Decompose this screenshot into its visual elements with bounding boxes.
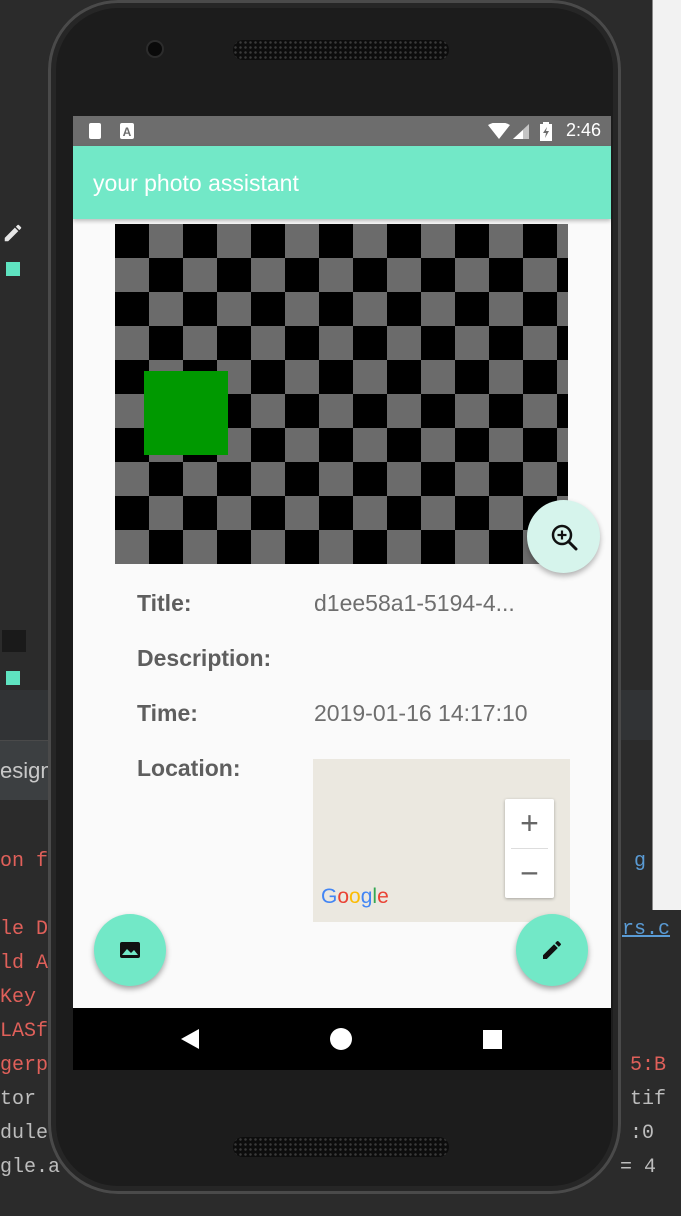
pencil-icon <box>543 940 561 959</box>
image-icon <box>2 630 26 652</box>
title-label: Title: <box>137 590 192 616</box>
back-button[interactable] <box>180 1028 200 1050</box>
console-link[interactable]: rs.c <box>622 918 670 941</box>
image-icon <box>120 942 140 958</box>
console-line: le D <box>0 918 49 941</box>
console-line: tif <box>630 1088 667 1111</box>
title-value: d1ee58a1-5194-4... <box>314 590 515 616</box>
photo-preview[interactable] <box>115 224 568 564</box>
map-zoom-out-button[interactable]: − <box>505 849 554 898</box>
keyboard-a-icon: A <box>120 123 134 139</box>
pencil-icon <box>4 224 22 242</box>
console-line: gerp <box>0 1054 49 1077</box>
time-label: Time: <box>137 700 198 726</box>
location-map[interactable]: + − Google <box>313 759 570 922</box>
map-zoom-in-button[interactable]: + <box>505 799 554 848</box>
google-logo: Google <box>321 885 389 908</box>
front-camera <box>148 42 162 56</box>
ide-tab-label: esign <box>0 758 53 783</box>
console-line: gle.a <box>0 1156 61 1179</box>
color-swatch <box>6 262 20 276</box>
time-value: 2019-01-16 14:17:10 <box>314 700 528 726</box>
battery-charging-icon <box>540 122 552 141</box>
map-zoom-control: + − <box>505 799 554 898</box>
photo-image <box>115 224 568 564</box>
svg-text:A: A <box>123 125 132 139</box>
system-nav-bar <box>73 1008 611 1070</box>
layout-preview-panel <box>652 0 681 910</box>
console-line: ld A <box>0 952 49 975</box>
description-label: Description: <box>137 645 272 671</box>
console-line: Key <box>0 986 37 1009</box>
app-title: your photo assistant <box>93 170 299 196</box>
sd-card-icon <box>89 123 101 139</box>
console-line: 5:B <box>630 1054 667 1077</box>
status-bar: A 2:46 <box>73 116 611 146</box>
status-time: 2:46 <box>565 120 601 140</box>
console-line: dule <box>0 1122 49 1145</box>
bottom-speaker <box>233 1137 449 1157</box>
console-line: on f <box>0 850 49 873</box>
console-link[interactable]: g <box>634 850 646 873</box>
wifi-icon <box>488 123 510 139</box>
console-line: LASf <box>0 1020 49 1043</box>
console-line: tor <box>0 1088 37 1111</box>
home-button[interactable] <box>330 1028 352 1050</box>
top-speaker <box>233 40 449 60</box>
edit-button[interactable] <box>516 914 588 986</box>
color-swatch <box>6 671 20 685</box>
console-line: = 4 <box>620 1156 657 1179</box>
zoom-photo-button[interactable] <box>527 500 600 573</box>
recents-button[interactable] <box>483 1030 502 1049</box>
location-label: Location: <box>137 755 241 781</box>
app-screen: A 2:46 your photo assistant Title: d1ee5… <box>73 116 611 1070</box>
zoom-in-icon <box>551 524 578 551</box>
app-bar: your photo assistant <box>73 146 611 219</box>
console-line: :0 <box>630 1122 655 1145</box>
cell-signal-icon <box>513 124 529 139</box>
gallery-button[interactable] <box>94 914 166 986</box>
